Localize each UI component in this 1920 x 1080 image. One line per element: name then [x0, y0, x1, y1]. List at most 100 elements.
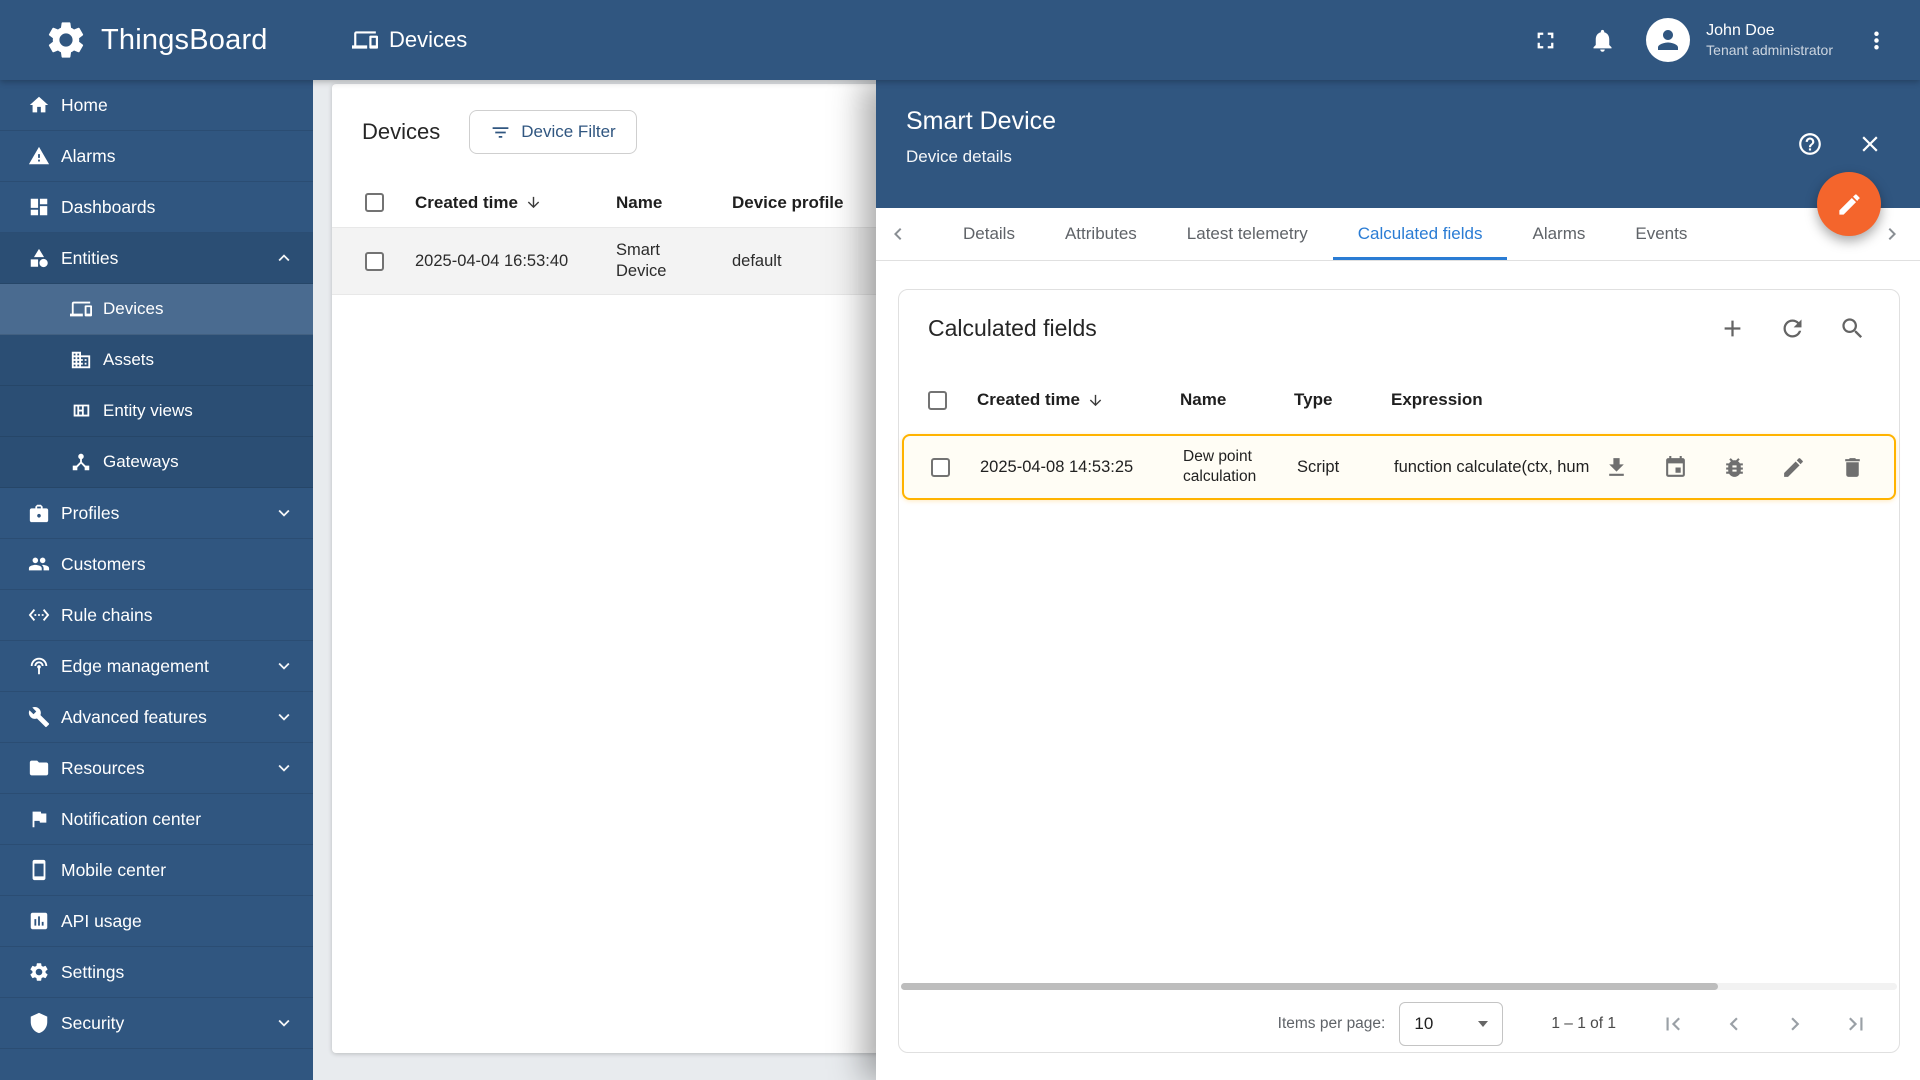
- tab-latest-telemetry[interactable]: Latest telemetry: [1162, 208, 1333, 260]
- sidebar-item-alarms[interactable]: Alarms: [0, 131, 313, 182]
- sidebar-item-entities[interactable]: Entities: [0, 233, 313, 284]
- cf-column-name[interactable]: Name: [1180, 390, 1294, 410]
- resources-icon: [28, 757, 50, 779]
- chevron-right-icon: [1880, 222, 1904, 246]
- items-per-page-value: 10: [1414, 1014, 1434, 1033]
- row-checkbox[interactable]: [931, 457, 950, 477]
- debug-icon[interactable]: [1722, 455, 1747, 480]
- add-icon[interactable]: [1719, 315, 1746, 342]
- breadcrumb: Devices: [352, 27, 467, 53]
- sidebar-item-gateways[interactable]: Gateways: [0, 437, 313, 488]
- sidebar-item-resources[interactable]: Resources: [0, 743, 313, 794]
- last-page-icon[interactable]: [1843, 1011, 1869, 1037]
- edit-device-fab[interactable]: [1817, 172, 1881, 236]
- sidebar-item-home[interactable]: Home: [0, 80, 313, 131]
- fullscreen-icon[interactable]: [1532, 27, 1559, 54]
- calculated-field-row[interactable]: 2025-04-08 14:53:25 Dew point calculation…: [902, 434, 1896, 500]
- debug-settings-icon[interactable]: [1663, 455, 1688, 480]
- edit-icon[interactable]: [1781, 455, 1806, 480]
- cf-column-type[interactable]: Type: [1294, 390, 1391, 410]
- sidebar-item-label: Profiles: [61, 502, 120, 523]
- cf-column-created-time[interactable]: Created time: [977, 390, 1180, 410]
- devices-icon: [352, 27, 378, 53]
- edge-icon: [28, 655, 50, 677]
- cf-column-expression[interactable]: Expression: [1391, 390, 1899, 410]
- sidebar-item-entity-views[interactable]: Entity views: [0, 386, 313, 437]
- help-icon[interactable]: [1797, 131, 1823, 157]
- tabs-list: Details Attributes Latest telemetry Calcula…: [938, 208, 1712, 260]
- search-icon[interactable]: [1839, 315, 1866, 342]
- sidebar-item-customers[interactable]: Customers: [0, 539, 313, 590]
- sidebar-item-label: Notification center: [61, 808, 202, 829]
- devices-title: Devices: [362, 119, 441, 144]
- tab-attributes[interactable]: Attributes: [1040, 208, 1162, 260]
- sidebar-item-label: Mobile center: [61, 859, 167, 880]
- close-icon[interactable]: [1857, 131, 1883, 157]
- refresh-icon[interactable]: [1779, 315, 1806, 342]
- cf-expression: function calculate(ctx, hum: [1394, 457, 1590, 476]
- home-icon: [28, 94, 50, 116]
- settings-icon: [28, 961, 50, 983]
- column-created-time[interactable]: Created time: [415, 193, 616, 213]
- tabs-scroll-left-button[interactable]: [876, 208, 920, 260]
- sort-desc-icon: [525, 194, 542, 211]
- cf-table-body: 2025-04-08 14:53:25 Dew point calculation…: [899, 434, 1899, 500]
- select-all-checkbox[interactable]: [365, 193, 384, 212]
- cf-select-all-checkbox[interactable]: [928, 390, 947, 410]
- sidebar-item-api-usage[interactable]: API usage: [0, 896, 313, 947]
- more-vert-icon[interactable]: [1863, 27, 1890, 54]
- topbar-actions: John Doe Tenant administrator: [1532, 18, 1920, 62]
- notifications-bell-icon[interactable]: [1589, 27, 1616, 54]
- sidebar-item-devices[interactable]: Devices: [0, 284, 313, 335]
- user-name: John Doe: [1706, 21, 1775, 39]
- gateway-icon: [70, 451, 92, 473]
- sidebar-item-settings[interactable]: Settings: [0, 947, 313, 998]
- items-per-page-select[interactable]: 10: [1399, 1002, 1504, 1046]
- sidebar-item-profiles[interactable]: Profiles: [0, 488, 313, 539]
- thingsboard-logo-icon: [44, 18, 88, 62]
- device-name: Smart Device: [616, 240, 667, 280]
- next-page-icon[interactable]: [1782, 1011, 1808, 1037]
- first-page-icon[interactable]: [1660, 1011, 1686, 1037]
- filter-icon: [490, 122, 511, 143]
- sidebar-item-notification-center[interactable]: Notification center: [0, 794, 313, 845]
- tab-events[interactable]: Events: [1610, 208, 1712, 260]
- column-name[interactable]: Name: [616, 193, 732, 213]
- chevron-left-icon: [886, 222, 910, 246]
- brand: ThingsBoard: [0, 18, 313, 62]
- tab-alarms[interactable]: Alarms: [1507, 208, 1610, 260]
- calculated-fields-head: Calculated fields: [899, 290, 1899, 378]
- tab-details[interactable]: Details: [938, 208, 1040, 260]
- brand-name[interactable]: ThingsBoard: [101, 24, 268, 57]
- items-per-page-label: Items per page:: [1277, 1015, 1386, 1032]
- chevron-down-icon: [273, 706, 295, 728]
- pagination-range: 1 – 1 of 1: [1551, 1015, 1616, 1032]
- delete-icon[interactable]: [1840, 455, 1865, 480]
- sidebar-item-label: Devices: [103, 299, 164, 318]
- tab-calculated-fields[interactable]: Calculated fields: [1332, 208, 1508, 260]
- avatar[interactable]: [1646, 18, 1691, 62]
- entity-views-icon: [70, 400, 92, 422]
- download-icon[interactable]: [1604, 455, 1629, 480]
- device-details-panel: Smart Device Device details Details Attri…: [876, 80, 1920, 1080]
- sidebar-item-rule-chains[interactable]: Rule chains: [0, 590, 313, 641]
- sidebar-item-edge-management[interactable]: Edge management: [0, 641, 313, 692]
- notification-icon: [28, 808, 50, 830]
- user-info: John Doe Tenant administrator: [1706, 21, 1833, 60]
- prev-page-icon[interactable]: [1721, 1011, 1747, 1037]
- device-filter-button[interactable]: Device Filter: [469, 110, 637, 154]
- row-checkbox[interactable]: [365, 251, 384, 271]
- sidebar-item-security[interactable]: Security: [0, 998, 313, 1049]
- sidebar-item-label: Security: [61, 1012, 125, 1033]
- sidebar-item-dashboards[interactable]: Dashboards: [0, 182, 313, 233]
- devices-icon: [70, 298, 92, 320]
- scrollbar-thumb[interactable]: [901, 983, 1718, 990]
- sidebar-item-mobile-center[interactable]: Mobile center: [0, 845, 313, 896]
- customers-icon: [28, 553, 50, 575]
- horizontal-scrollbar[interactable]: [901, 983, 1897, 990]
- top-bar: ThingsBoard Devices John Doe Tenant admi…: [0, 0, 1920, 80]
- sidebar-item-assets[interactable]: Assets: [0, 335, 313, 386]
- sidebar-item-advanced-features[interactable]: Advanced features: [0, 692, 313, 743]
- person-icon: [1653, 25, 1683, 55]
- sidebar-item-label: Customers: [61, 553, 146, 574]
